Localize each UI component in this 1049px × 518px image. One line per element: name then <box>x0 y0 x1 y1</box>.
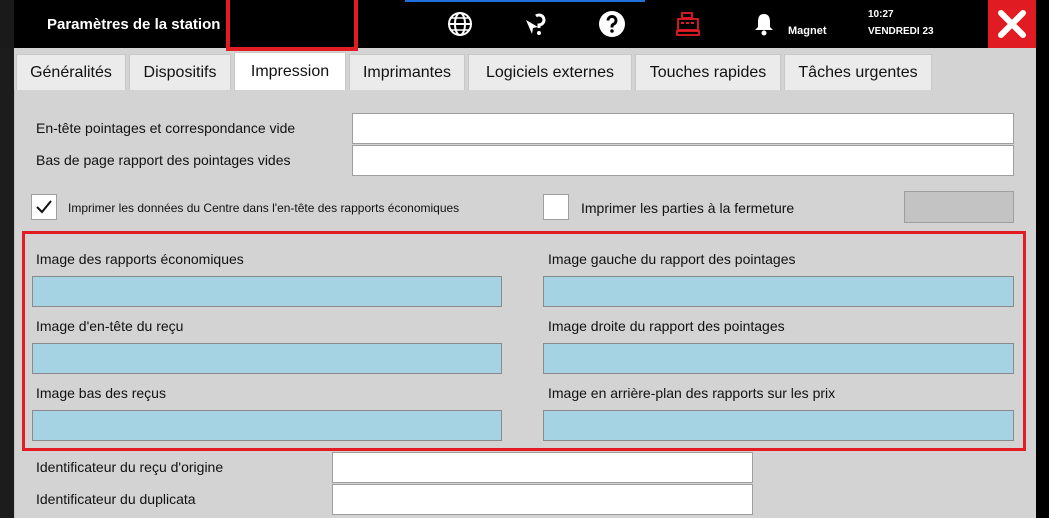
bell-icon[interactable] <box>748 8 780 40</box>
header-empty-label: En-tête pointages et correspondance vide <box>36 120 296 136</box>
print-games-checkbox[interactable] <box>543 194 569 220</box>
left-attendance-image-field[interactable] <box>543 276 1014 307</box>
tab-touches-rapides[interactable]: Touches rapides <box>635 54 781 90</box>
pointer-question-icon[interactable] <box>520 8 552 40</box>
economic-reports-image-field[interactable] <box>32 276 502 307</box>
panel-left-strip <box>0 48 14 518</box>
economic-reports-image-label: Image des rapports économiques <box>36 251 244 267</box>
header-accent-line <box>405 0 645 2</box>
duplicate-id-input[interactable] <box>332 484 753 515</box>
right-attendance-image-field[interactable] <box>543 343 1014 374</box>
receipt-header-image-field[interactable] <box>32 343 502 374</box>
receipt-bottom-image-label: Image bas des reçus <box>36 385 166 401</box>
magnet-label: Magnet <box>788 25 827 37</box>
tab-imprimantes[interactable]: Imprimantes <box>349 54 465 90</box>
cash-register-icon[interactable] <box>672 8 704 40</box>
clock-date: VENDREDI 23 <box>868 26 934 37</box>
original-receipt-id-label: Identificateur du reçu d'origine <box>36 459 224 475</box>
title-bar: Paramètres de la station Magnet 10:27 VE… <box>0 0 1049 48</box>
price-background-image-field[interactable] <box>543 410 1014 441</box>
globe-icon[interactable] <box>444 8 476 40</box>
price-background-image-label: Image en arrière-plan des rapports sur l… <box>548 385 836 401</box>
footer-empty-input[interactable] <box>352 145 1014 176</box>
left-attendance-image-label: Image gauche du rapport des pointages <box>548 251 796 267</box>
settings-panel: Généralités Dispositifs Impression Impri… <box>0 48 1036 518</box>
tab-logiciels-externes[interactable]: Logiciels externes <box>468 54 632 90</box>
window-title: Paramètres de la station <box>47 16 221 33</box>
original-receipt-id-input[interactable] <box>332 452 753 483</box>
help-icon[interactable] <box>596 8 628 40</box>
receipt-header-image-label: Image d'en-tête du reçu <box>36 318 184 334</box>
tab-generalites[interactable]: Généralités <box>16 54 126 90</box>
receipt-bottom-image-field[interactable] <box>32 410 502 441</box>
right-attendance-image-label: Image droite du rapport des pointages <box>548 318 785 334</box>
checkmark-icon <box>36 200 52 214</box>
duplicate-id-label: Identificateur du duplicata <box>36 491 196 507</box>
tab-taches-urgentes[interactable]: Tâches urgentes <box>784 54 932 90</box>
print-center-label: Imprimer les données du Centre dans l'en… <box>68 201 460 215</box>
tab-impression[interactable]: Impression <box>234 52 346 90</box>
clock-time: 10:27 <box>868 9 894 20</box>
footer-empty-label: Bas de page rapport des pointages vides <box>36 152 291 168</box>
header-left-strip <box>0 0 14 48</box>
right-strip <box>1036 48 1049 518</box>
close-button[interactable] <box>988 0 1036 48</box>
header-empty-input[interactable] <box>352 113 1014 144</box>
print-center-checkbox[interactable] <box>31 194 57 220</box>
print-games-option-button[interactable] <box>904 191 1014 223</box>
close-icon <box>998 10 1026 38</box>
print-games-label: Imprimer les parties à la fermeture <box>581 200 795 216</box>
tab-dispositifs[interactable]: Dispositifs <box>129 54 231 90</box>
